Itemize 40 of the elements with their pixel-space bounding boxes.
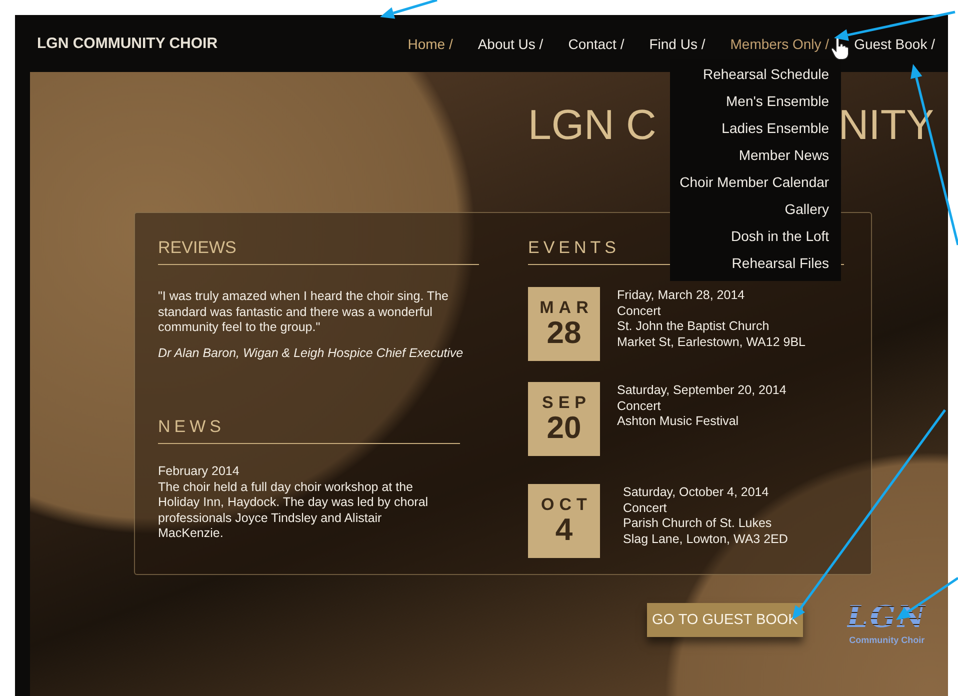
nav-link[interactable]: Contact /: [568, 32, 624, 56]
nav-link[interactable]: About Us /: [478, 32, 544, 56]
event-day: 20: [546, 412, 582, 444]
dropdown-item[interactable]: Rehearsal Schedule: [702, 60, 830, 88]
section-heading: REVIEWS: [158, 238, 479, 265]
review-attribution: Dr Alan Baron, Wigan & Leigh Hospice Chief Executive: [158, 346, 464, 361]
site-title: LGN COMMUNITY CHOIR: [37, 35, 218, 52]
dropdown-item[interactable]: Choir Member Calendar: [680, 168, 830, 196]
event-day: 4: [555, 514, 573, 546]
nav-link[interactable]: Home /: [408, 32, 453, 56]
event-venue: St. John the Baptist Church: [617, 319, 770, 334]
event-venue: Ashton Music Festival: [617, 414, 740, 430]
event-date: Friday, March 28, 2014: [617, 288, 746, 304]
hand-cursor-icon: [831, 36, 850, 60]
event-date: Saturday, October 4, 2014: [623, 485, 770, 500]
event-venue: Slag Lane, Lowton, WA3 2ED: [623, 532, 788, 547]
event-day: 28: [546, 317, 582, 349]
event-month: MAR: [540, 299, 594, 317]
event-type: Concert: [617, 304, 662, 319]
event-venue: Parish Church of St. Lukes: [623, 516, 773, 532]
event-type: Concert: [623, 500, 668, 516]
news-text: February 2014 The choir held a full day choir workshop at the Holiday Inn, Haydock. The day was led by choral professionals Joyce Tindsley and Alistair MacKenzie.: [158, 464, 430, 542]
review-quote: "I was truly amazed when I heard the choir sing. The standard was fantastic and there was a wonderful community feel to the group.": [158, 289, 450, 336]
event-month: SEP: [542, 394, 592, 412]
dropdown-item[interactable]: Rehearsal Files: [732, 250, 830, 276]
nav-link[interactable]: Members Only /: [730, 32, 830, 56]
nav-link[interactable]: Find Us /: [649, 32, 706, 56]
dropdown-item[interactable]: Member News: [738, 142, 830, 168]
dropdown-item[interactable]: Ladies Ensemble: [722, 114, 830, 142]
annotation-arrow: [380, 0, 438, 19]
dropdown-item[interactable]: Gallery: [784, 196, 830, 222]
event-venue: Market St, Earlestown, WA12 9BL: [617, 334, 806, 350]
nav-link[interactable]: Guest Book /: [854, 32, 935, 56]
hero-title: LGN C: [528, 100, 656, 150]
event-date: Saturday, September 20, 2014: [617, 383, 786, 398]
section-heading: NEWS: [158, 417, 460, 444]
event-month: OCT: [541, 496, 592, 514]
event-type: Concert: [617, 398, 662, 414]
dropdown-item[interactable]: Men's Ensemble: [726, 88, 830, 114]
dropdown-item[interactable]: Dosh in the Loft: [731, 222, 830, 250]
